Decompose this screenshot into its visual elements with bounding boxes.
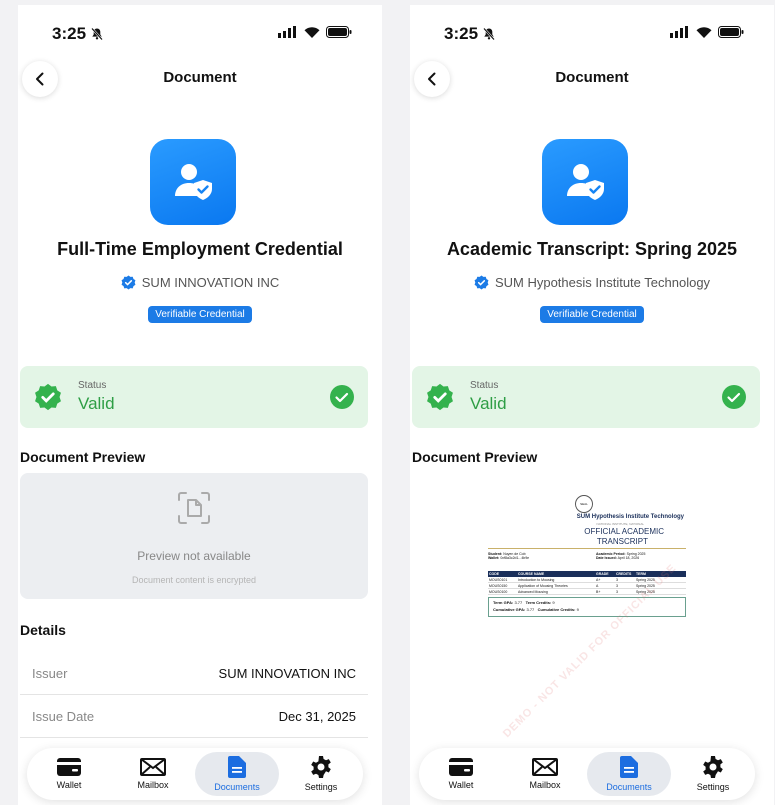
detail-value: SUM INNOVATION INC — [218, 666, 356, 681]
detail-row-issuer: Issuer SUM INNOVATION INC — [20, 652, 368, 695]
tab-label: Documents — [606, 782, 652, 792]
battery-icon — [326, 26, 352, 38]
verified-seal-icon — [35, 383, 61, 411]
issuer-name: SUM INNOVATION INC — [141, 275, 280, 290]
credential-title: Academic Transcript: Spring 2025 — [446, 239, 738, 259]
preview-encrypted-text: Document content is encrypted — [131, 575, 257, 585]
status-time: 3:25 — [52, 24, 87, 43]
battery-icon — [718, 26, 744, 38]
tab-label: Settings — [696, 782, 730, 792]
status-bar: 3:25 — [18, 5, 382, 63]
verifiable-credential-badge: Verifiable Credential — [148, 306, 252, 323]
tab-mailbox[interactable]: Mailbox — [111, 752, 195, 796]
check-circle-icon — [330, 385, 354, 409]
bell-slash-icon — [483, 27, 495, 41]
phone-screen-employment: 3:25 Document Full-Time Employment Crede… — [18, 5, 382, 805]
tab-label: Mailbox — [137, 780, 169, 790]
mailbox-icon — [140, 758, 166, 776]
phone-screen-transcript: 3:25 Document Academic Transcript: Sprin… — [410, 5, 774, 805]
tab-settings[interactable]: Settings — [671, 752, 755, 796]
user-shield-icon — [175, 164, 212, 200]
status-label: Status — [78, 380, 107, 391]
settings-icon — [703, 756, 723, 778]
credential-title: Full-Time Employment Credential — [57, 239, 343, 259]
user-shield-icon — [567, 164, 604, 200]
nav-bar: Document — [18, 61, 382, 103]
document-preview-heading: Document Preview — [20, 449, 146, 465]
status-time: 3:25 — [444, 24, 479, 43]
nav-bar: Document — [410, 61, 774, 103]
transcript-title-line2: TRANSCRIPT — [596, 537, 648, 546]
status-card: Status Valid — [412, 366, 760, 428]
status-value: Valid — [470, 394, 507, 413]
transcript-subtitle: NATIONAL INSTITUTE, NATIONAL — [596, 522, 644, 526]
transcript-title-line1: OFFICIAL ACADEMIC — [584, 527, 664, 536]
transcript-seal: SEAL — [575, 495, 593, 513]
document-scan-icon — [178, 492, 210, 524]
issuer-line: SUM Hypothesis Institute Technology — [410, 275, 774, 290]
tab-label: Settings — [304, 782, 338, 792]
tab-bar: Wallet Mailbox Documents Settings — [419, 748, 755, 800]
tab-wallet[interactable]: Wallet — [419, 752, 503, 796]
settings-icon — [311, 756, 331, 778]
preview-unavailable-text: Preview not available — [137, 549, 251, 563]
wallet-icon — [449, 758, 473, 776]
bell-slash-icon — [91, 27, 103, 41]
status-bar: 3:25 — [410, 5, 774, 63]
tab-documents[interactable]: Documents — [587, 752, 671, 796]
transcript-preview[interactable]: SEAL SUM Hypothesis Institute Technology… — [486, 493, 688, 633]
tab-wallet[interactable]: Wallet — [27, 752, 111, 796]
tab-label: Wallet — [448, 780, 474, 790]
status-value: Valid — [78, 394, 115, 413]
verified-badge-icon — [474, 275, 489, 290]
page-title: Document — [555, 69, 629, 86]
issuer-line: SUM INNOVATION INC — [18, 275, 382, 290]
issuer-name: SUM Hypothesis Institute Technology — [494, 275, 711, 290]
preview-placeholder: Preview not available Document content i… — [20, 473, 368, 599]
verified-badge-icon — [121, 275, 136, 290]
verifiable-credential-badge: Verifiable Credential — [540, 306, 644, 323]
signal-icon — [278, 26, 296, 38]
wallet-icon — [57, 758, 81, 776]
page-title: Document — [163, 69, 237, 86]
tab-settings[interactable]: Settings — [279, 752, 363, 796]
wifi-icon — [696, 27, 712, 38]
tab-documents[interactable]: Documents — [195, 752, 279, 796]
verified-seal-icon — [427, 383, 453, 411]
document-preview-heading: Document Preview — [412, 449, 538, 465]
wifi-icon — [304, 27, 320, 38]
check-circle-icon — [722, 385, 746, 409]
credential-icon — [542, 139, 628, 225]
tab-label: Wallet — [56, 780, 82, 790]
status-card: Status Valid — [20, 366, 368, 428]
mailbox-icon — [532, 758, 558, 776]
documents-icon — [620, 756, 638, 778]
detail-row-issue-date: Issue Date Dec 31, 2025 — [20, 695, 368, 738]
detail-value: Dec 31, 2025 — [278, 709, 356, 724]
details-heading: Details — [20, 622, 66, 638]
transcript-institution: SUM Hypothesis Institute Technology — [576, 514, 684, 520]
status-label: Status — [470, 380, 499, 391]
detail-key: Issue Date — [32, 709, 95, 724]
tab-bar: Wallet Mailbox Documents Settings — [27, 748, 363, 800]
signal-icon — [670, 26, 688, 38]
gpa-summary: Term GPA: 3.77 Term Credits: 9 Cumulativ… — [488, 597, 686, 617]
credential-icon — [150, 139, 236, 225]
detail-key: Issuer — [32, 666, 68, 681]
tab-label: Mailbox — [529, 780, 561, 790]
documents-icon — [228, 756, 246, 778]
tab-label: Documents — [214, 782, 260, 792]
tab-mailbox[interactable]: Mailbox — [503, 752, 587, 796]
